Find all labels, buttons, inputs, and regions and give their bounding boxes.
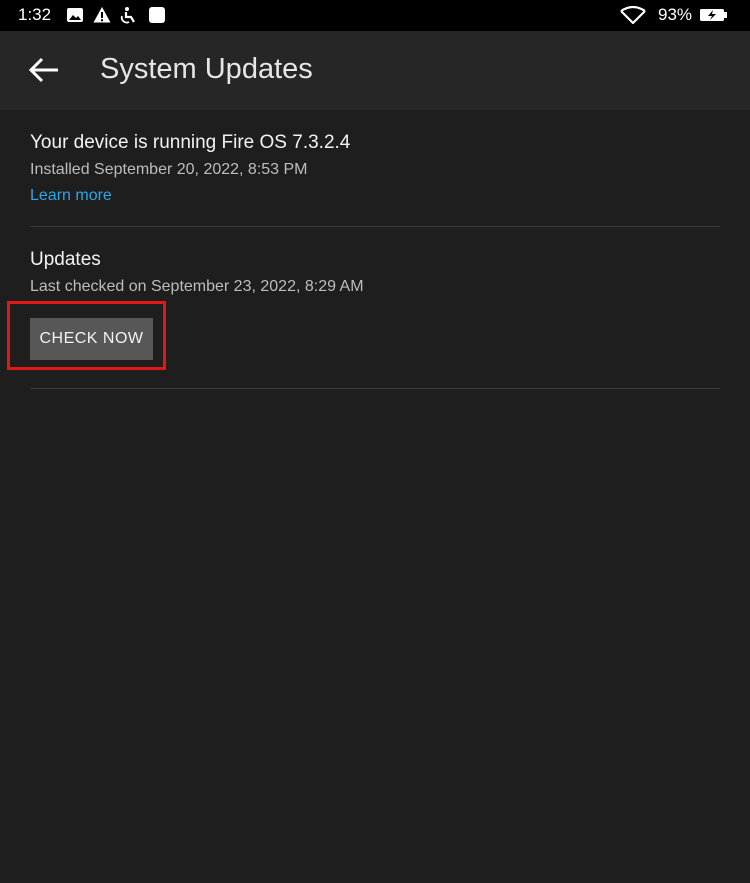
back-button[interactable]	[22, 51, 68, 91]
last-checked-text: Last checked on September 23, 2022, 8:29…	[30, 278, 364, 295]
warning-icon	[93, 7, 111, 23]
updates-title: Updates	[30, 249, 101, 270]
check-now-button[interactable]: CHECK NOW	[30, 318, 153, 360]
updates-section: Updates Last checked on September 23, 20…	[30, 247, 720, 299]
battery-charging-icon	[700, 9, 727, 21]
status-bar: 1:32 93%	[0, 0, 750, 31]
wifi-icon	[620, 6, 646, 24]
app-bar: System Updates	[0, 31, 750, 110]
page-title: System Updates	[100, 53, 313, 85]
divider	[30, 226, 720, 227]
divider	[30, 388, 720, 389]
device-info-section: Your device is running Fire OS 7.3.2.4 I…	[30, 130, 720, 208]
learn-more-link[interactable]: Learn more	[30, 184, 112, 208]
device-os-title: Your device is running Fire OS 7.3.2.4	[30, 132, 351, 153]
arrow-left-icon	[28, 57, 58, 83]
installed-date: Installed September 20, 2022, 8:53 PM	[30, 161, 308, 178]
accessibility-icon	[120, 7, 135, 24]
app-icon	[149, 7, 165, 23]
status-time: 1:32	[18, 5, 52, 24]
battery-percent: 93%	[658, 5, 693, 24]
image-icon	[67, 8, 83, 22]
